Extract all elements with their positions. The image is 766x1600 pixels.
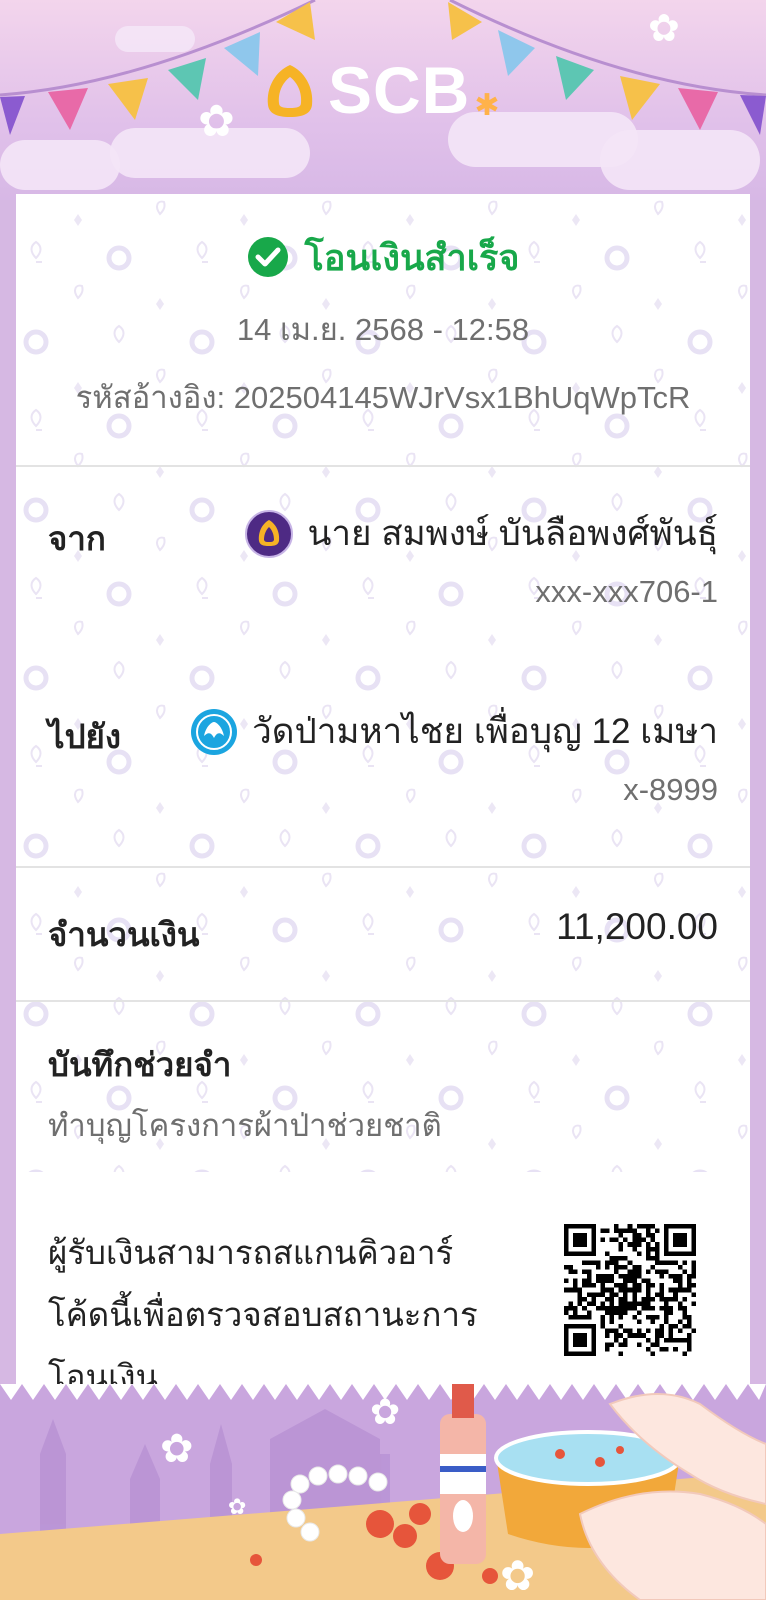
divider <box>16 465 750 467</box>
qr-line-2: โค้ดนี้เพื่อตรวจสอบสถานะการ <box>48 1296 478 1333</box>
status-title: โอนเงินสำเร็จ <box>304 236 520 278</box>
reference-value[interactable]: 202504145WJrVsx1BhUqWpTcR <box>234 380 691 415</box>
recipient-account: x-8999 <box>623 772 718 807</box>
receipt-card: โอนเงินสำเร็จ 14 เม.ย. 2568 - 12:58 รหัส… <box>16 194 750 1414</box>
to-section: ไปยัง วัดป่ามหาไชย เพื่อบุญ 12 เมษา x-89… <box>16 704 750 824</box>
memo-section: บันทึกช่วยจำ ทำบุญโครงการผ้าป่าช่วยชาติ <box>16 1038 750 1143</box>
recipient-name: วัดป่ามหาไชย เพื่อบุญ 12 เมษา <box>252 712 718 751</box>
scb-bank-icon <box>245 509 294 558</box>
flower-icon: ✿ <box>160 1427 194 1471</box>
flower-icon: ✿ <box>228 1494 246 1519</box>
qr-line-1: ผู้รับเงินสามารถสแกนคิวอาร์ <box>48 1234 454 1271</box>
scb-logo: SCB ✱ <box>262 52 500 128</box>
memo-text: ทำบุญโครงการผ้าป่าช่วยชาติ <box>48 1108 442 1143</box>
status-section: โอนเงินสำเร็จ 14 เม.ย. 2568 - 12:58 รหัส… <box>16 232 750 432</box>
flower-icon: ✿ <box>198 97 235 146</box>
memo-label: บันทึกช่วยจำ <box>48 1046 232 1083</box>
amount-label: จำนวนเงิน <box>48 916 200 953</box>
from-section: จาก นาย สมพงษ์ บันลือพงศ์พันธุ์ xxx-xxx7… <box>16 506 750 626</box>
sender-name: นาย สมพงษ์ บันลือพงศ์พันธุ์ <box>307 514 718 553</box>
reference-label: รหัสอ้างอิง: <box>75 380 226 415</box>
flower-icon: ✿ <box>648 8 680 50</box>
star-icon: ✱ <box>474 88 500 122</box>
flower-icon: ✿ <box>370 1391 400 1432</box>
transaction-datetime: 14 เม.ย. 2568 - 12:58 <box>236 312 530 347</box>
scb-logo-text: SCB <box>328 53 471 127</box>
reference-row: รหัสอ้างอิง: 202504145WJrVsx1BhUqWpTcR <box>16 372 750 422</box>
sender-account: xxx-xxx706-1 <box>535 574 718 609</box>
amount-section: จำนวนเงิน 11,200.00 <box>16 906 750 968</box>
songkran-footer-illustration: ✿ ✿ ✿ ✿ <box>0 1384 766 1600</box>
qr-code[interactable] <box>564 1224 696 1356</box>
divider <box>16 1000 750 1002</box>
scb-emblem-icon <box>267 65 313 117</box>
check-circle-icon <box>247 237 288 277</box>
krungthai-bank-icon <box>191 708 238 755</box>
divider <box>16 866 750 868</box>
to-label: ไปยัง <box>48 718 121 755</box>
festive-header: ✿ ✿ SCB ✱ <box>0 0 766 200</box>
flower-icon: ✿ <box>500 1552 535 1599</box>
from-label: จาก <box>48 520 106 557</box>
qr-section: ผู้รับเงินสามารถสแกนคิวอาร์ โค้ดนี้เพื่อ… <box>16 1172 750 1414</box>
amount-value: 11,200.00 <box>556 906 718 947</box>
